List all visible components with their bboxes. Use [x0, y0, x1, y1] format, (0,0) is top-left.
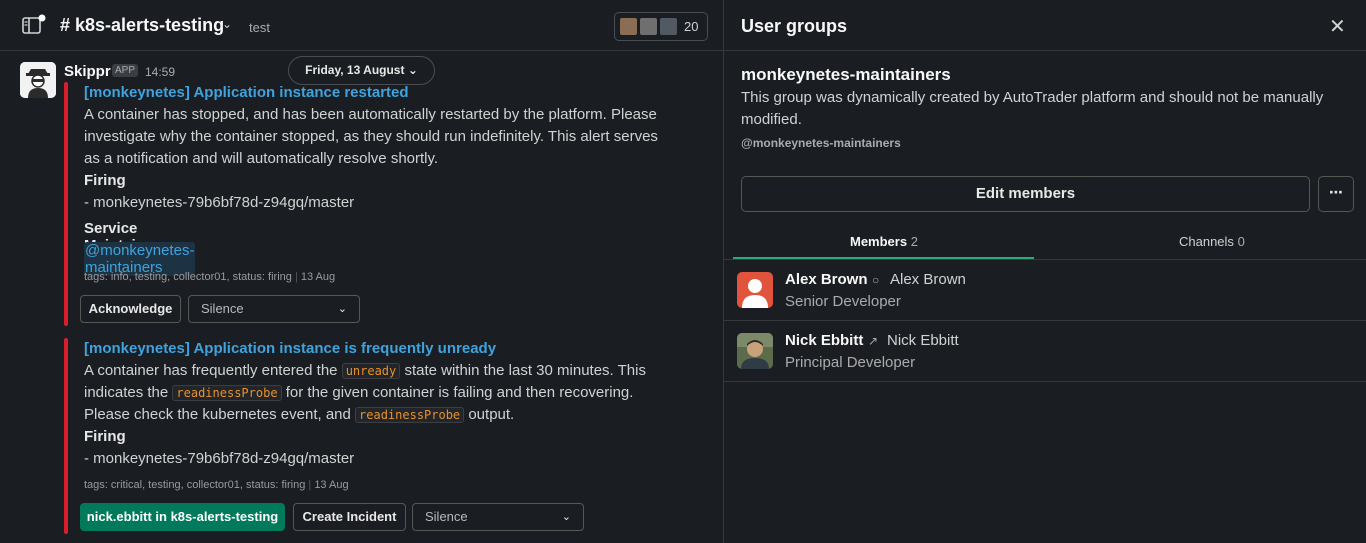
edit-members-button[interactable]: Edit members: [741, 176, 1310, 212]
inline-code: unready: [341, 363, 401, 379]
date-divider-button[interactable]: Friday, 13 August ⌄: [288, 56, 435, 85]
presence-circle-icon: ○: [872, 273, 880, 287]
member-avatar: [658, 16, 679, 37]
sidebar-toggle-icon[interactable]: [22, 14, 46, 36]
alert-title[interactable]: [monkeynetes] Application instance is fr…: [84, 340, 496, 357]
member-name[interactable]: Nick Ebbitt: [785, 332, 863, 349]
more-actions-button[interactable]: ⋯: [1318, 176, 1354, 212]
member-count: 20: [684, 19, 699, 34]
silence-select-value: Silence: [425, 509, 468, 524]
channel-topic: test: [249, 20, 270, 35]
panel-header: User groups ✕: [724, 0, 1366, 51]
member-avatar: [618, 16, 639, 37]
panel-title: User groups: [741, 16, 848, 36]
tab-label: Members: [850, 234, 908, 249]
bot-avatar[interactable]: [20, 62, 56, 98]
avatar[interactable]: [737, 333, 773, 369]
silence-select[interactable]: Silence ⌄: [188, 295, 360, 323]
inline-code: readinessProbe: [172, 385, 282, 401]
channel-name[interactable]: # k8s-alerts-testing: [60, 15, 224, 36]
member-name[interactable]: Alex Brown: [785, 271, 868, 288]
alert-instance: - monkeynetes-79b6bf78d-z94gq/master: [84, 450, 355, 467]
member-row[interactable]: Nick Ebbitt ↗ Nick Ebbitt Principal Deve…: [724, 321, 1366, 382]
group-description: This group was dynamically created by Au…: [741, 89, 1324, 128]
inline-code: readinessProbe: [355, 407, 465, 423]
link-icon: ↗: [868, 334, 879, 348]
member-title: Principal Developer: [785, 354, 916, 371]
member-title: Senior Developer: [785, 293, 901, 310]
user-groups-panel: User groups ✕ monkeynetes-maintainers Th…: [723, 0, 1366, 543]
group-handle: @monkeynetes-maintainers: [741, 136, 901, 150]
alert-body: A container has frequently entered the u…: [84, 360, 664, 426]
alert-footer-tags: tags: critical, testing, collector01, st…: [84, 479, 306, 491]
group-name: monkeynetes-maintainers: [741, 65, 951, 84]
claimed-by-button[interactable]: nick.ebbitt in k8s-alerts-testing: [80, 503, 285, 531]
close-icon[interactable]: ✕: [1329, 14, 1346, 39]
silence-select[interactable]: Silence ⌄: [412, 503, 584, 531]
chevron-down-icon: ⌄: [337, 303, 347, 315]
alert-status-label: Firing: [84, 172, 126, 189]
chevron-down-icon: ⌄: [561, 511, 571, 523]
alert-footer: tags: critical, testing, collector01, st…: [84, 479, 349, 491]
alert-footer: tags: info, testing, collector01, status…: [84, 271, 336, 283]
acknowledge-button[interactable]: Acknowledge: [80, 295, 181, 323]
tab-channels[interactable]: Channels 0: [1179, 234, 1245, 249]
channel-members-button[interactable]: 20: [614, 12, 708, 41]
tab-members[interactable]: Members 2: [850, 234, 918, 249]
member-display-name: Nick Ebbitt: [887, 332, 959, 349]
message-sender[interactable]: Skippr: [64, 63, 111, 80]
alert-instance: - monkeynetes-79b6bf78d-z94gq/master: [84, 194, 355, 211]
tab-count: 2: [910, 234, 918, 249]
member-display-name: Alex Brown: [890, 271, 966, 288]
alert-body: A container has stopped, and has been au…: [84, 106, 658, 167]
tab-count: 0: [1237, 234, 1245, 249]
group-tabs: Members 2 Channels 0: [724, 228, 1366, 260]
app-badge: APP: [112, 64, 139, 77]
member-avatar: [638, 16, 659, 37]
alert-body-text: A container has frequently entered the: [84, 362, 338, 379]
alert-status-label: Firing: [84, 428, 126, 445]
alert-footer-date: 13 Aug: [300, 271, 336, 283]
channel-header: # k8s-alerts-testing ⌄ test 20: [0, 0, 723, 51]
alert-footer-date: 13 Aug: [314, 479, 349, 491]
date-divider-label: Friday, 13 August: [305, 63, 405, 77]
alert-body-text: output.: [468, 406, 515, 423]
alert-title[interactable]: [monkeynetes] Application instance resta…: [84, 84, 409, 101]
active-tab-indicator: [733, 257, 1034, 259]
member-row[interactable]: Alex Brown ○ Alex Brown Senior Developer: [724, 260, 1366, 321]
alert-attachment: [monkeynetes] Application instance resta…: [64, 82, 658, 326]
avatar[interactable]: [737, 272, 773, 308]
alert-footer-tags: tags: info, testing, collector01, status…: [84, 271, 292, 283]
message-timestamp[interactable]: 14:59: [145, 65, 175, 79]
create-incident-button[interactable]: Create Incident: [293, 503, 406, 531]
chevron-down-icon[interactable]: ⌄: [222, 17, 232, 31]
tab-label: Channels: [1179, 234, 1234, 249]
channel-pane: # k8s-alerts-testing ⌄ test 20 Skippr AP…: [0, 0, 723, 543]
silence-select-value: Silence: [201, 301, 244, 316]
alert-attachment: [monkeynetes] Application instance is fr…: [64, 338, 646, 534]
